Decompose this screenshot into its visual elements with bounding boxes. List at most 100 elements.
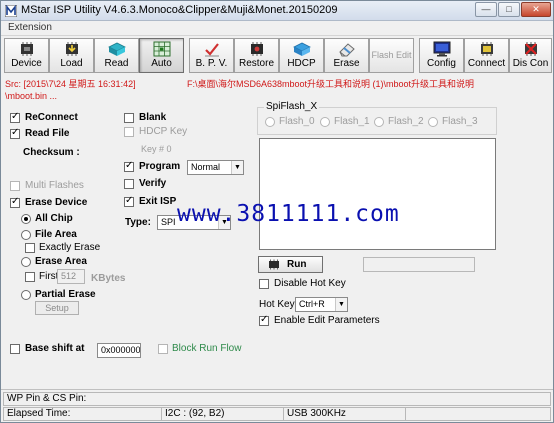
chevron-down-icon: ▼ [335,298,347,311]
wp-pin-label: WP Pin & CS Pin: [7,393,87,404]
flash-3-radio[interactable] [428,117,438,127]
log-output-box[interactable] [259,138,496,250]
menu-bar: Extension [1,21,553,36]
reconnect-label: ReConnect [25,112,78,123]
dis-con-label: Dis Con [512,58,549,69]
verify-label: Verify [139,178,167,189]
hot-key-select[interactable]: Ctrl+R ▼ [295,297,348,312]
bpv-check-icon [204,43,219,57]
usb-status: USB 300KHz [284,408,406,420]
hot-key-value: Ctrl+R [299,299,325,309]
erase-area-label: Erase Area [35,256,87,267]
connect-button[interactable]: Connect [464,38,509,73]
watermark-text: www.3811111.com [177,201,400,227]
exit-isp-checkbox[interactable] [124,195,134,207]
menu-extension[interactable]: Extension [8,22,52,33]
device-button[interactable]: Device [4,38,49,73]
all-chip-radio[interactable] [21,214,31,224]
exactly-erase-label: Exactly Erase [39,242,101,253]
status-bar: Elapsed Time: I2C : (92, B2) USB 300KHz [3,407,551,421]
restore-chip-icon [250,42,263,56]
flash-1-radio[interactable] [320,117,330,127]
erase-area-radio[interactable] [21,257,31,267]
erase-device-checkbox[interactable] [10,196,20,208]
progress-field [363,257,475,272]
erase-label: Erase [333,58,360,69]
title-bar: MStar ISP Utility V4.6.3.Monoco&Clipper&… [1,1,553,21]
app-icon [5,5,17,17]
dis-con-button[interactable]: Dis Con [509,38,552,73]
flash-edit-button[interactable]: Flash Edit [369,38,414,73]
auto-grid-icon [153,41,170,57]
blank-checkbox[interactable] [124,113,134,123]
partial-erase-label: Partial Erase [35,289,96,300]
disable-hot-key-label: Disable Hot Key [274,278,346,289]
base-shift-input[interactable]: 0x000000 [97,343,141,358]
close-button[interactable]: ✕ [521,2,551,17]
read-button[interactable]: Read [94,38,139,73]
block-run-flow-checkbox[interactable] [158,344,168,354]
read-chip-icon [107,42,126,56]
program-mode-select[interactable]: Normal ▼ [187,160,244,175]
erase-button[interactable]: Erase [324,38,369,73]
file-area-radio[interactable] [21,230,31,240]
multi-flashes-label: Multi Flashes [25,180,84,191]
type-value: SPI [161,217,176,227]
hdcp-button[interactable]: HDCP [279,38,324,73]
eraser-icon [338,43,355,57]
restore-button[interactable]: Restore [234,38,279,73]
key-number-label: Key # 0 [141,144,172,154]
disconnect-chip-icon [524,42,537,56]
spiflash-group-title: SpiFlash_X [264,101,320,112]
hdcp-key-icon [292,42,311,56]
load-chip-icon [65,42,78,56]
enable-edit-parameters-checkbox[interactable] [259,314,269,326]
bpv-button[interactable]: B. P. V. [189,38,234,73]
first-checkbox[interactable] [25,272,35,282]
read-file-checkbox[interactable] [10,127,20,139]
read-file-label: Read File [25,128,70,139]
config-label: Config [427,58,456,69]
program-label: Program [139,161,181,172]
enable-edit-parameters-label: Enable Edit Parameters [274,315,380,326]
config-button[interactable]: Config [419,38,464,73]
hdcp-key-checkbox[interactable] [124,127,134,137]
maximize-button[interactable]: □ [498,2,520,17]
load-label: Load [60,58,83,69]
file-area-label: File Area [35,229,77,240]
first-kbytes-input[interactable]: 512 [57,269,85,284]
exactly-erase-checkbox[interactable] [25,243,35,253]
flash-2-label: Flash_2 [388,116,424,127]
auto-button[interactable]: Auto [139,38,184,73]
wp-pin-status-bar: WP Pin & CS Pin: [3,392,551,406]
connect-label: Connect [467,58,506,69]
isp-utility-window: MStar ISP Utility V4.6.3.Monoco&Clipper&… [0,0,554,423]
reconnect-checkbox[interactable] [10,111,20,123]
status-empty-segment [406,408,550,420]
run-button[interactable]: Run [258,256,323,273]
hot-key-label: Hot Key [259,299,295,310]
setup-button[interactable]: Setup [35,301,79,315]
spiflash-group: SpiFlash_X Flash_0 Flash_1 Flash_2 Flash… [257,101,497,135]
divider [1,389,553,390]
verify-checkbox[interactable] [124,179,134,189]
flash-0-label: Flash_0 [279,116,315,127]
flash-2-radio[interactable] [374,117,384,127]
chevron-down-icon: ▼ [231,161,243,174]
flash-0-radio[interactable] [265,117,275,127]
multi-flashes-checkbox[interactable] [10,181,20,191]
load-button[interactable]: Load [49,38,94,73]
all-chip-label: All Chip [35,213,73,224]
window-title: MStar ISP Utility V4.6.3.Monoco&Clipper&… [21,4,338,16]
bpv-label: B. P. V. [195,58,228,69]
minimize-button[interactable]: — [475,2,497,17]
base-shift-checkbox[interactable] [10,344,20,354]
program-checkbox[interactable] [124,160,134,172]
config-monitor-icon [433,41,450,57]
connect-chip-icon [480,42,493,56]
partial-erase-radio[interactable] [21,290,31,300]
disable-hot-key-checkbox[interactable] [259,279,269,289]
block-run-flow-label: Block Run Flow [172,343,242,354]
toolbar: Device Load Read Auto B. P. V. Restore H… [4,38,552,74]
kbytes-label: KBytes [91,273,126,284]
